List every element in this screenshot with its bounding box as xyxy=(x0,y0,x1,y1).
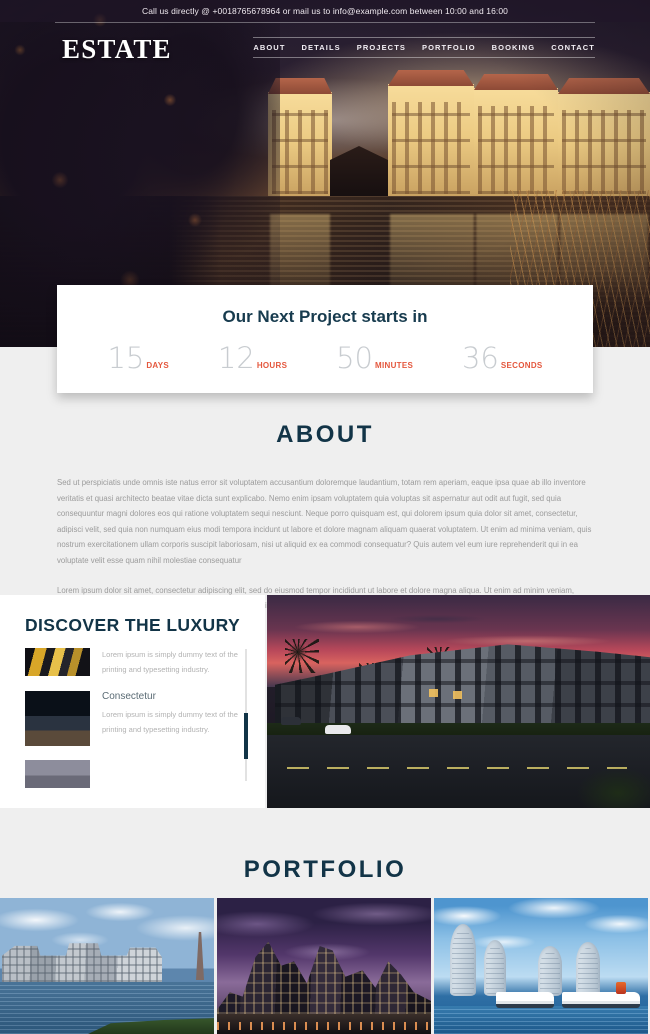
countdown-days-label: DAYS xyxy=(146,361,170,370)
countdown-seconds-value: 36 xyxy=(461,341,499,375)
discover-title: DISCOVER THE LUXURY xyxy=(25,615,241,635)
discover-shrub xyxy=(570,753,650,808)
list-item-text xyxy=(102,760,245,788)
about-paragraph-1: Sed ut perspiciatis unde omnis iste natu… xyxy=(57,478,592,565)
discover-section: DISCOVER THE LUXURY Lorem ipsum is simpl… xyxy=(0,595,650,808)
countdown-hours-value: 12 xyxy=(217,341,255,375)
white-car xyxy=(325,725,351,734)
top-contact-bar: Call us directly @ +0018765678964 or mai… xyxy=(0,0,650,22)
list-item[interactable]: Consectetur Lorem ipsum is simply dummy … xyxy=(25,691,245,747)
list-item-thumbnail xyxy=(25,691,90,747)
parked-car xyxy=(281,717,301,725)
portfolio-grid xyxy=(0,898,650,1034)
countdown-days-value: 15 xyxy=(107,341,145,375)
list-item-thumbnail xyxy=(25,648,90,676)
countdown-seconds: 36 SECONDS xyxy=(462,344,543,373)
topbar-divider xyxy=(55,22,595,23)
landing-page: Call us directly @ +0018765678964 or mai… xyxy=(0,0,650,1034)
countdown-minutes-value: 50 xyxy=(336,341,373,375)
countdown-card: Our Next Project starts in 15 DAYS 12 HO… xyxy=(57,285,593,393)
list-item[interactable]: Lorem ipsum is simply dummy text of the … xyxy=(25,648,245,677)
list-item[interactable] xyxy=(25,760,245,789)
countdown-title: Our Next Project starts in xyxy=(222,307,428,326)
countdown-minutes-label: MINUTES xyxy=(375,361,414,370)
list-item-text: Consectetur Lorem ipsum is simply dummy … xyxy=(102,691,245,746)
list-item-desc: Lorem ipsum is simply dummy text of the … xyxy=(102,710,238,734)
countdown-minutes: 50 MINUTES xyxy=(336,344,413,373)
lit-window xyxy=(453,691,462,699)
discover-scrollbar-thumb[interactable] xyxy=(244,713,248,759)
list-item-thumbnail xyxy=(25,760,90,789)
palm-tree-icon xyxy=(285,639,319,673)
portfolio-title: PORTFOLIO xyxy=(243,856,407,883)
countdown-hours-label: HOURS xyxy=(256,361,288,370)
countdown-seconds-label: SECONDS xyxy=(500,361,543,370)
lit-window xyxy=(429,689,438,697)
list-item-desc: Lorem ipsum is simply dummy text of the … xyxy=(102,650,238,674)
portfolio-item-skyline[interactable] xyxy=(217,898,431,1034)
list-item-text: Lorem ipsum is simply dummy text of the … xyxy=(102,648,245,677)
portfolio-item-waterfront[interactable] xyxy=(0,898,214,1034)
top-contact-text: Call us directly @ +0018765678964 or mai… xyxy=(141,6,509,16)
site-header xyxy=(0,28,650,74)
portfolio-section: PORTFOLIO xyxy=(0,808,650,1034)
portfolio-item-towers[interactable] xyxy=(434,898,648,1034)
discover-panel: DISCOVER THE LUXURY Lorem ipsum is simpl… xyxy=(0,595,265,808)
discover-list[interactable]: Lorem ipsum is simply dummy text of the … xyxy=(25,648,245,798)
list-item-title: Consectetur xyxy=(102,691,156,703)
discover-image xyxy=(267,595,650,808)
countdown-units: 15 DAYS 12 HOURS 50 MINUTES 36 SECONDS xyxy=(57,344,593,373)
countdown-hours: 12 HOURS xyxy=(218,344,287,373)
countdown-days: 15 DAYS xyxy=(107,344,169,373)
